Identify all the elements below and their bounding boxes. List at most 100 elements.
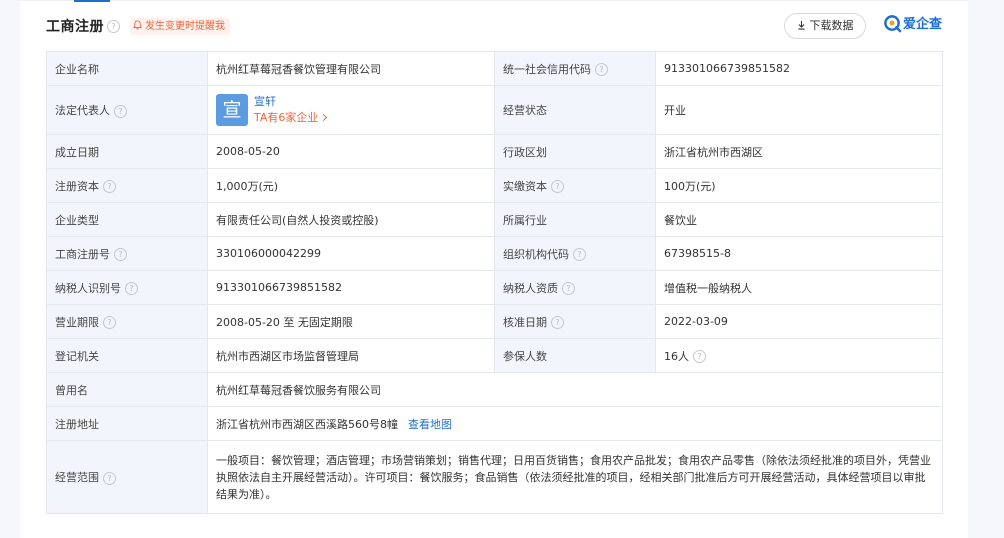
authority-label: 登记机关 bbox=[46, 338, 208, 373]
company-name-value: 杭州红草莓冠香餐饮管理有限公司 bbox=[207, 51, 495, 86]
question-circle-icon[interactable]: ? bbox=[551, 316, 564, 329]
founded-label: 成立日期 bbox=[46, 134, 208, 169]
approval-date-label-cell: 核准日期? bbox=[494, 304, 656, 339]
org-code-label-cell: 组织机构代码? bbox=[494, 236, 656, 271]
credit-code-label-cell: 统一社会信用代码? bbox=[494, 51, 656, 86]
taxpayer-id-label: 纳税人识别号 bbox=[55, 281, 121, 295]
table-row: 营业期限? 2008-05-20 至 无固定期限 核准日期? 2022-03-0… bbox=[46, 304, 943, 339]
legal-rep-value: 宣 宣轩 TA有6家企业 bbox=[207, 85, 495, 135]
term-label: 营业期限 bbox=[55, 315, 99, 329]
paid-capital-label: 实缴资本 bbox=[503, 179, 547, 193]
address-value-cell: 浙江省杭州市西湖区西溪路560号8幢 查看地图 bbox=[207, 406, 943, 441]
status-label: 经营状态 bbox=[494, 85, 656, 135]
question-circle-icon[interactable]: ? bbox=[595, 63, 608, 76]
download-icon bbox=[797, 20, 805, 30]
question-circle-icon[interactable]: ? bbox=[107, 20, 120, 33]
approval-date-label: 核准日期 bbox=[503, 315, 547, 329]
reg-capital-label: 注册资本 bbox=[55, 179, 99, 193]
active-tab-indicator bbox=[74, 0, 110, 2]
paid-capital-value: 100万(元) bbox=[655, 168, 943, 203]
table-row: 企业类型 有限责任公司(自然人投资或控股) 所属行业 餐饮业 bbox=[46, 202, 943, 237]
taxpayer-id-value: 913301066739851582 bbox=[207, 270, 495, 305]
term-value: 2008-05-20 至 无固定期限 bbox=[207, 304, 495, 339]
legal-rep-companies-label: TA有6家企业 bbox=[254, 111, 319, 124]
paid-capital-label-cell: 实缴资本? bbox=[494, 168, 656, 203]
scope-label: 经营范围 bbox=[55, 471, 99, 484]
district-label: 行政区划 bbox=[494, 134, 656, 169]
table-row: 法定代表人? 宣 宣轩 TA有6家企业 经营状态 开业 bbox=[46, 85, 943, 135]
question-circle-icon[interactable]: ? bbox=[103, 316, 116, 329]
credit-code-value: 913301066739851582 bbox=[655, 51, 943, 86]
aiqicha-logo-icon bbox=[884, 15, 902, 33]
legal-rep-label: 法定代表人 bbox=[55, 104, 110, 117]
legal-rep-companies-link[interactable]: TA有6家企业 bbox=[254, 111, 328, 124]
taxpayer-id-label-cell: 纳税人识别号? bbox=[46, 270, 208, 305]
change-notify-label: 发生变更时提醒我 bbox=[145, 21, 225, 32]
question-circle-icon[interactable]: ? bbox=[114, 248, 127, 261]
insured-value-cell: 16人? bbox=[655, 338, 943, 373]
reg-no-value: 330106000042299 bbox=[207, 236, 495, 271]
former-name-label: 曾用名 bbox=[46, 372, 208, 407]
change-notify-button[interactable]: 发生变更时提醒我 bbox=[130, 18, 230, 35]
company-type-value: 有限责任公司(自然人投资或控股) bbox=[207, 202, 495, 237]
table-row: 注册资本? 1,000万(元) 实缴资本? 100万(元) bbox=[46, 168, 943, 203]
table-row: 企业名称 杭州红草莓冠香餐饮管理有限公司 统一社会信用代码? 913301066… bbox=[46, 51, 943, 86]
term-label-cell: 营业期限? bbox=[46, 304, 208, 339]
company-type-label: 企业类型 bbox=[46, 202, 208, 237]
section-header: 工商注册 ? 发生变更时提醒我 下载数据 爱企查 bbox=[46, 13, 942, 39]
taxpayer-qual-label-cell: 纳税人资质? bbox=[494, 270, 656, 305]
business-registration-card: 工商注册 ? 发生变更时提醒我 下载数据 爱企查 企业名称 杭州红草莓冠香餐饮管… bbox=[20, 0, 968, 538]
taxpayer-qual-label: 纳税人资质 bbox=[503, 281, 558, 295]
insured-value: 16人 bbox=[664, 349, 689, 363]
industry-label: 所属行业 bbox=[494, 202, 656, 237]
question-circle-icon[interactable]: ? bbox=[103, 180, 116, 193]
brand-logo: 爱企查 bbox=[883, 14, 942, 36]
founded-value: 2008-05-20 bbox=[207, 134, 495, 169]
download-data-label: 下载数据 bbox=[809, 19, 854, 32]
question-circle-icon[interactable]: ? bbox=[562, 282, 575, 295]
table-row: 纳税人识别号? 913301066739851582 纳税人资质? 增值税一般纳… bbox=[46, 270, 943, 305]
former-name-value: 杭州红草莓冠香餐饮服务有限公司 bbox=[207, 372, 943, 407]
table-row: 工商注册号? 330106000042299 组织机构代码? 67398515-… bbox=[46, 236, 943, 271]
status-value: 开业 bbox=[655, 85, 943, 135]
brand-name: 爱企查 bbox=[902, 17, 942, 32]
table-row: 曾用名 杭州红草莓冠香餐饮服务有限公司 bbox=[46, 372, 943, 407]
authority-value: 杭州市西湖区市场监督管理局 bbox=[207, 338, 495, 373]
top-divider bbox=[20, 0, 968, 1]
district-value: 浙江省杭州市西湖区 bbox=[655, 134, 943, 169]
legal-rep-name-link[interactable]: 宣轩 bbox=[254, 95, 276, 108]
insured-label: 参保人数 bbox=[494, 338, 656, 373]
legal-rep-avatar[interactable]: 宣 bbox=[216, 94, 248, 126]
scope-value: 一般项目：餐饮管理；酒店管理；市场营销策划；销售代理；日用百货销售；食用农产品批… bbox=[207, 440, 943, 514]
scope-label-cell: 经营范围? bbox=[46, 440, 208, 514]
question-circle-icon[interactable]: ? bbox=[573, 248, 586, 261]
reg-capital-label-cell: 注册资本? bbox=[46, 168, 208, 203]
address-label: 注册地址 bbox=[46, 406, 208, 441]
industry-value: 餐饮业 bbox=[655, 202, 943, 237]
reg-capital-value: 1,000万(元) bbox=[207, 168, 495, 203]
question-circle-icon[interactable]: ? bbox=[103, 471, 116, 485]
credit-code-label: 统一社会信用代码 bbox=[503, 62, 591, 76]
question-circle-icon[interactable]: ? bbox=[551, 180, 564, 193]
question-circle-icon[interactable]: ? bbox=[125, 282, 138, 295]
chevron-right-icon bbox=[320, 113, 328, 122]
approval-date-value: 2022-03-09 bbox=[655, 304, 943, 339]
table-row: 成立日期 2008-05-20 行政区划 浙江省杭州市西湖区 bbox=[46, 134, 943, 169]
reg-no-label-cell: 工商注册号? bbox=[46, 236, 208, 271]
view-map-link[interactable]: 查看地图 bbox=[408, 418, 452, 431]
reg-no-label: 工商注册号 bbox=[55, 247, 110, 261]
table-row: 经营范围? 一般项目：餐饮管理；酒店管理；市场营销策划；销售代理；日用百货销售；… bbox=[46, 440, 943, 514]
question-circle-icon[interactable]: ? bbox=[114, 104, 127, 118]
taxpayer-qual-value: 增值税一般纳税人 bbox=[655, 270, 943, 305]
section-title: 工商注册 bbox=[46, 19, 104, 35]
org-code-label: 组织机构代码 bbox=[503, 247, 569, 261]
org-code-value: 67398515-8 bbox=[655, 236, 943, 271]
download-data-button[interactable]: 下载数据 bbox=[784, 13, 866, 39]
table-row: 注册地址 浙江省杭州市西湖区西溪路560号8幢 查看地图 bbox=[46, 406, 943, 441]
question-circle-icon[interactable]: ? bbox=[693, 350, 706, 363]
registration-info-table: 企业名称 杭州红草莓冠香餐饮管理有限公司 统一社会信用代码? 913301066… bbox=[46, 51, 943, 514]
legal-rep-info: 宣轩 TA有6家企业 bbox=[254, 94, 328, 126]
company-name-label: 企业名称 bbox=[46, 51, 208, 86]
address-value: 浙江省杭州市西湖区西溪路560号8幢 bbox=[216, 417, 398, 431]
table-row: 登记机关 杭州市西湖区市场监督管理局 参保人数 16人? bbox=[46, 338, 943, 373]
